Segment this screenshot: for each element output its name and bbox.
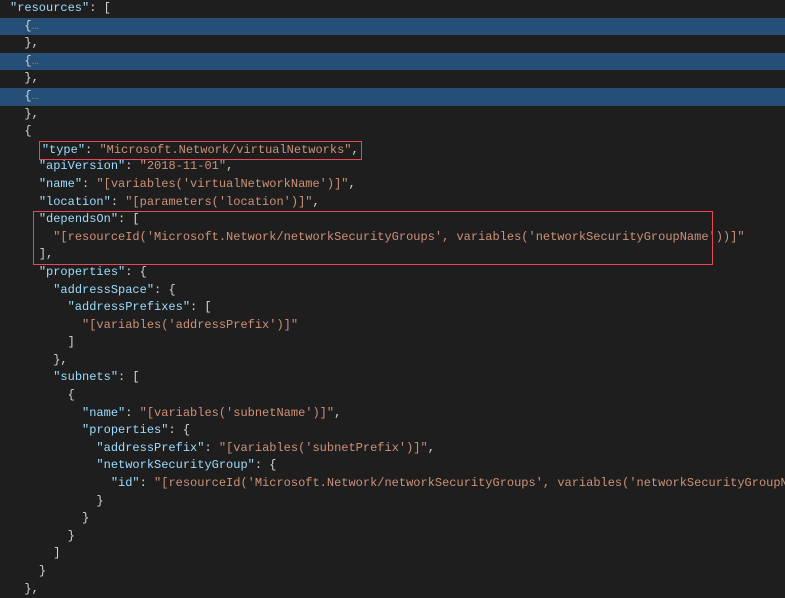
- code-line[interactable]: "[resourceId('Microsoft.Network/networkS…: [0, 229, 785, 247]
- code-line-collapsed[interactable]: {…: [0, 88, 785, 106]
- code-line[interactable]: "properties": {: [0, 422, 785, 440]
- code-line[interactable]: "apiVersion": "2018-11-01",: [0, 158, 785, 176]
- code-line[interactable]: },: [0, 581, 785, 598]
- code-line[interactable]: ],: [0, 246, 785, 264]
- code-line[interactable]: "name": "[variables('virtualNetworkName'…: [0, 176, 785, 194]
- code-line[interactable]: }: [0, 493, 785, 511]
- code-line[interactable]: {: [0, 387, 785, 405]
- code-line[interactable]: "[variables('addressPrefix')]": [0, 317, 785, 335]
- code-line[interactable]: "properties": {: [0, 264, 785, 282]
- json-key: "resources": [10, 1, 89, 15]
- code-line[interactable]: }: [0, 510, 785, 528]
- code-line[interactable]: "type": "Microsoft.Network/virtualNetwor…: [0, 141, 785, 159]
- code-line[interactable]: },: [0, 106, 785, 124]
- code-line[interactable]: }: [0, 563, 785, 581]
- code-line[interactable]: {: [0, 123, 785, 141]
- fold-indicator[interactable]: …: [32, 19, 39, 33]
- fold-indicator[interactable]: …: [32, 89, 39, 103]
- code-editor[interactable]: "resources": [ {… }, {… }, {… }, { "type…: [0, 0, 785, 598]
- code-line[interactable]: },: [0, 352, 785, 370]
- fold-indicator[interactable]: …: [32, 54, 39, 68]
- code-line[interactable]: }: [0, 528, 785, 546]
- code-line[interactable]: "location": "[parameters('location')]",: [0, 194, 785, 212]
- code-line[interactable]: },: [0, 70, 785, 88]
- code-line[interactable]: "addressPrefixes": [: [0, 299, 785, 317]
- code-line[interactable]: "resources": [: [0, 0, 785, 18]
- json-punct: : [: [89, 1, 111, 15]
- code-line[interactable]: ]: [0, 545, 785, 563]
- code-line[interactable]: "name": "[variables('subnetName')]",: [0, 405, 785, 423]
- code-line[interactable]: "addressPrefix": "[variables('subnetPref…: [0, 440, 785, 458]
- code-line-collapsed[interactable]: {…: [0, 53, 785, 71]
- code-line[interactable]: ]: [0, 334, 785, 352]
- code-line[interactable]: "id": "[resourceId('Microsoft.Network/ne…: [0, 475, 785, 493]
- code-line[interactable]: "subnets": [: [0, 369, 785, 387]
- code-line[interactable]: "networkSecurityGroup": {: [0, 457, 785, 475]
- code-line[interactable]: "addressSpace": {: [0, 282, 785, 300]
- code-line[interactable]: },: [0, 35, 785, 53]
- code-line-collapsed[interactable]: {…: [0, 18, 785, 36]
- code-line[interactable]: "dependsOn": [: [0, 211, 785, 229]
